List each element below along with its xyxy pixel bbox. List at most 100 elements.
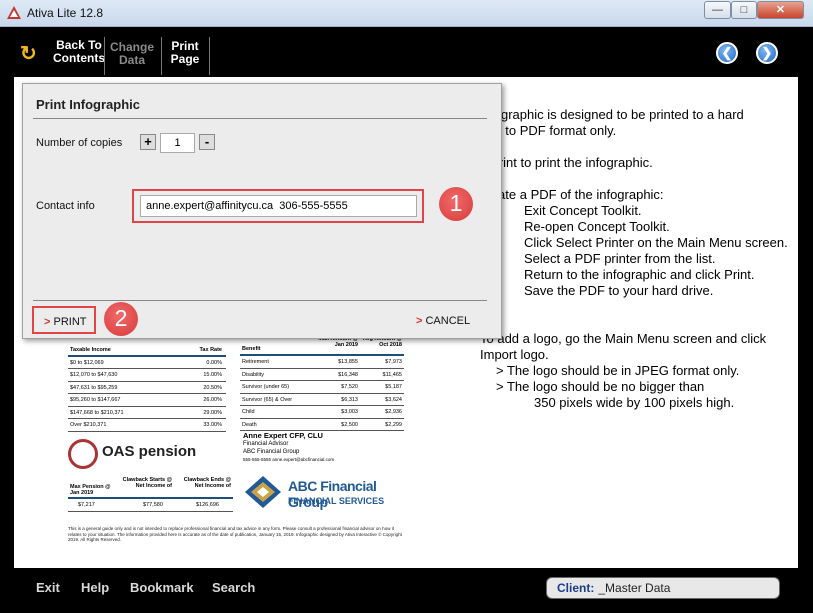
advisor-role: Financial Advisor [243, 441, 289, 447]
instruction-step: > The logo should be no bigger than [496, 379, 705, 394]
benefit-type-cell: Retirement [242, 359, 269, 365]
oas-max-cell: $7,217 [78, 502, 95, 508]
table-row: Survivor (65) & Over $6,313 $3,624 [240, 394, 404, 406]
benefit-max-cell: $13,855 [338, 359, 358, 365]
bottom-bar: Exit Help Bookmark Search Client: _Master… [10, 568, 803, 608]
benefit-max-cell: $6,313 [341, 396, 358, 403]
tax-rate-cell: 26.00% [203, 397, 222, 403]
logo-diamond-icon [245, 476, 281, 508]
cancel-button-label: CANCEL [425, 315, 471, 327]
print-button[interactable]: > PRINT [44, 316, 86, 328]
previous-page-icon[interactable]: ❮ [716, 42, 738, 64]
table-row: $12,070 to $47,630 15.00% [68, 369, 226, 382]
back-arrow-icon: ↻ [20, 43, 37, 65]
instruction-step: Re-open Concept Toolkit. [524, 219, 670, 234]
benefit-type-cell: Disability [242, 371, 265, 378]
copies-increment-button[interactable]: + [140, 134, 156, 150]
client-label: Client: [557, 581, 595, 595]
maximize-button[interactable]: □ [731, 1, 757, 19]
tax-income-cell: $0 to $12,069 [70, 359, 104, 366]
copies-label: Number of copies [36, 137, 123, 149]
dialog-divider [33, 118, 487, 119]
client-indicator[interactable]: Client: _Master Data [546, 577, 780, 599]
benefit-max-cell: $16,348 [338, 371, 358, 378]
oas-header-end: Clawback Ends @ Net Income of [183, 477, 231, 489]
instruction-step: Exit Concept Toolkit. [524, 203, 642, 218]
instruction-line: infographic is designed to be printed to… [480, 107, 744, 122]
copies-input[interactable]: 1 [160, 133, 195, 153]
tax-income-cell: $95,260 to $147,667 [70, 397, 121, 403]
tax-rate-cell: 0.00% [206, 359, 222, 366]
instruction-step: > The logo should be in JPEG format only… [496, 363, 740, 378]
instruction-line: Import logo. [480, 347, 549, 362]
instruction-step: Return to the infographic and click Prin… [524, 267, 755, 282]
benefit-max-cell: $2,500 [341, 421, 358, 428]
benefit-header-type: Benefit [242, 346, 261, 352]
contact-highlight-box: anne.expert@affinitycu.ca 306-555-5555 [132, 189, 424, 223]
benefit-max-cell: $7,520 [341, 384, 358, 390]
step-badge-2: 2 [104, 302, 138, 336]
infographic-preview: Taxable Income Tax Rate $0 to $12,069 0.0… [54, 334, 429, 549]
back-to-contents-button[interactable]: ↻ Back To Contents [20, 39, 110, 69]
search-button[interactable]: Search [212, 580, 255, 595]
oas-title: OAS pension [102, 443, 197, 460]
tax-rate-cell: 20.50% [203, 384, 222, 391]
change-data-button[interactable]: Change Data [106, 41, 158, 67]
instructions-panel: infographic is designed to be printed to… [480, 107, 790, 411]
tax-rate-cell: 33.00% [203, 422, 222, 428]
toolbar: ↻ Back To Contents Change Data Print Pag… [10, 27, 803, 77]
advisor-company: ABC Financial Group [243, 449, 300, 455]
table-row: Death $2,500 $2,299 [240, 419, 404, 431]
tax-rate-cell: 15.00% [203, 372, 222, 378]
tax-income-cell: $12,070 to $47,630 [70, 372, 118, 378]
oas-header-max: Max Pension @ Jan 2019 [70, 484, 111, 496]
benefit-avg-cell: $2,299 [385, 421, 402, 428]
instruction-step: Select a PDF printer from the list. [524, 251, 716, 266]
print-page-button[interactable]: Print Page [162, 40, 208, 66]
next-page-icon[interactable]: ❯ [756, 42, 778, 64]
minimize-button[interactable]: — [704, 1, 731, 19]
oas-end-cell: $126,696 [196, 502, 219, 508]
dialog-title: Print Infographic [36, 97, 140, 112]
benefit-type-cell: Child [242, 409, 255, 415]
instruction-line: y or to PDF format only. [480, 123, 617, 138]
table-row: $95,260 to $147,667 26.00% [68, 394, 226, 407]
help-button[interactable]: Help [81, 580, 109, 595]
instruction-step: Click Select Printer on the Main Menu sc… [524, 235, 788, 250]
tax-income-cell: Over $210,371 [70, 422, 107, 428]
contact-info-label: Contact info [36, 200, 95, 212]
oas-start-cell: $77,580 [143, 502, 163, 508]
dialog-divider [33, 300, 487, 301]
table-row: $47,631 to $95,259 20.50% [68, 382, 226, 394]
table-row: Retirement $13,855 $7,973 [240, 356, 404, 369]
benefit-type-cell: Survivor (65) & Over [242, 396, 293, 403]
instruction-step: 350 pixels wide by 100 pixels high. [534, 395, 735, 410]
print-page-line2: Page [170, 52, 200, 66]
instruction-line: create a PDF of the infographic: [480, 187, 664, 202]
table-row: Disability $16,348 $11,465 [240, 369, 404, 381]
instruction-step: Save the PDF to your hard drive. [524, 283, 714, 298]
app-window: Ativa Lite 12.8 — □ ✕ ↻ Back To Contents… [0, 0, 813, 613]
benefit-avg-cell: $5,187 [385, 384, 402, 390]
contact-info-input[interactable]: anne.expert@affinitycu.ca 306-555-5555 [140, 195, 417, 217]
benefit-max-cell: $3,003 [341, 409, 358, 415]
oas-table: Max Pension @ Jan 2019 Clawback Starts @… [68, 475, 233, 512]
app-logo-icon [7, 6, 21, 19]
window-title: Ativa Lite 12.8 [27, 6, 104, 20]
copies-decrement-button[interactable]: - [199, 134, 215, 150]
advisor-name: Anne Expert CFP, CLU [243, 431, 323, 440]
cancel-button[interactable]: > CANCEL [416, 315, 470, 327]
instruction-line: k Print to print the infographic. [480, 155, 653, 170]
tax-rate-cell: 29.00% [203, 409, 222, 416]
tax-header-rate: Tax Rate [199, 347, 222, 353]
benefit-avg-cell: $2,936 [385, 409, 402, 415]
exit-button[interactable]: Exit [36, 580, 60, 595]
advisor-contact: 555-555-5555 anne.expert@abcfinancial.co… [243, 457, 335, 462]
table-row: Survivor (under 65) $7,520 $5,187 [240, 381, 404, 394]
toolbar-divider [209, 37, 210, 75]
tax-header-income: Taxable Income [70, 347, 111, 353]
close-button[interactable]: ✕ [757, 1, 804, 19]
toolbar-divider [104, 37, 105, 75]
tax-income-cell: $147,668 to $210,371 [70, 409, 124, 416]
bookmark-button[interactable]: Bookmark [130, 580, 194, 595]
